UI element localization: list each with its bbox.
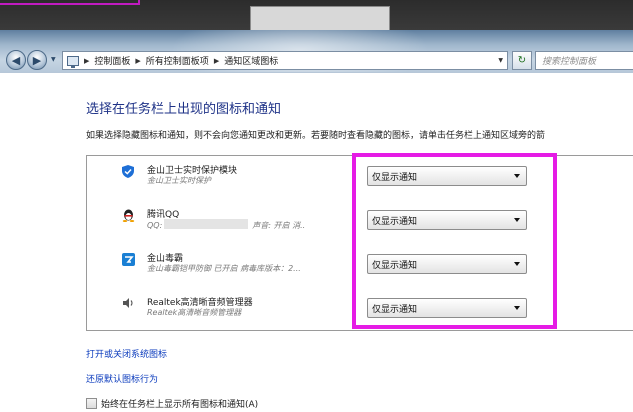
- background-window: [250, 6, 390, 30]
- desktop-background: [0, 0, 633, 30]
- chevron-down-icon: [514, 174, 520, 178]
- back-button[interactable]: ◀: [6, 50, 26, 70]
- system-icons-link[interactable]: 打开或关闭系统图标: [86, 347, 167, 360]
- behavior-value: 仅显示通知: [372, 216, 418, 227]
- behavior-value: 仅显示通知: [372, 172, 418, 183]
- recent-pages-dropdown[interactable]: ▼: [51, 56, 56, 63]
- search-placeholder: 搜索控制面板: [542, 57, 597, 67]
- control-panel-icon: [67, 55, 79, 68]
- behavior-select[interactable]: 仅显示通知: [367, 166, 527, 186]
- duba-icon: [121, 252, 135, 266]
- behavior-select[interactable]: 仅显示通知: [367, 254, 527, 274]
- notification-icons-list: 金山卫士实时保护模块 金山卫士实时保护 仅显示通知 腾讯QQ QQ: 声音: 开启…: [86, 155, 633, 331]
- show-all-icons-option[interactable]: 始终在任务栏上显示所有图标和通知(A): [86, 397, 258, 410]
- chevron-right-icon[interactable]: ▶: [135, 57, 140, 65]
- behavior-value: 仅显示通知: [372, 304, 418, 315]
- desc-prefix: QQ:: [147, 221, 163, 230]
- behavior-value: 仅显示通知: [372, 260, 418, 271]
- app-description: QQ: 声音: 开启 消..: [147, 219, 347, 231]
- chevron-right-icon[interactable]: ▶: [84, 57, 89, 65]
- breadcrumb-all-items[interactable]: 所有控制面板项: [146, 54, 209, 67]
- arrow-right-icon: ▶: [32, 53, 42, 67]
- chevron-down-icon: [514, 218, 520, 222]
- page-description: 如果选择隐藏图标和通知，则不会向您通知更改和更新。若要随时查看隐藏的图标，请单击…: [86, 131, 546, 141]
- chevron-down-icon: [514, 306, 520, 310]
- refresh-button[interactable]: ↻: [512, 51, 532, 70]
- restore-defaults-link[interactable]: 还原默认图标行为: [86, 372, 158, 385]
- chevron-down-icon: [514, 262, 520, 266]
- breadcrumb-notification-icons[interactable]: 通知区域图标: [224, 54, 278, 67]
- app-description: Realtek高清晰音频管理器: [147, 308, 242, 317]
- behavior-select[interactable]: 仅显示通知: [367, 298, 527, 318]
- refresh-icon: ↻: [517, 55, 527, 66]
- chevron-down-icon[interactable]: ▼: [498, 57, 503, 64]
- arrow-left-icon: ◀: [11, 53, 21, 67]
- address-bar[interactable]: ▶ 控制面板 ▶ 所有控制面板项 ▶ 通知区域图标 ▼: [62, 51, 508, 70]
- list-item: 腾讯QQ QQ: 声音: 开启 消.. 仅显示通知: [87, 200, 633, 244]
- show-all-icons-checkbox[interactable]: [86, 398, 97, 409]
- app-description: 金山卫士实时保护: [147, 176, 211, 185]
- qq-penguin-icon: [121, 208, 135, 222]
- list-item: 金山卫士实时保护模块 金山卫士实时保护 仅显示通知: [87, 156, 633, 200]
- desc-suffix: 声音: 开启 消..: [252, 221, 306, 230]
- app-description: 金山毒霸铠甲防御 已开启 病毒库版本：2...: [147, 264, 301, 273]
- checkbox-label: 始终在任务栏上显示所有图标和通知(A): [101, 400, 259, 410]
- forward-button[interactable]: ▶: [27, 50, 47, 70]
- annotation-mark: [0, 0, 140, 5]
- breadcrumb-control-panel[interactable]: 控制面板: [94, 54, 130, 67]
- search-input[interactable]: 搜索控制面板: [535, 51, 633, 70]
- navigation-bar: ◀ ▶ ▼ ▶ 控制面板 ▶ 所有控制面板项 ▶ 通知区域图标 ▼ ↻ 搜索控制…: [0, 50, 633, 72]
- shield-icon: [121, 164, 135, 178]
- list-item: 金山毒霸 金山毒霸铠甲防御 已开启 病毒库版本：2... 仅显示通知: [87, 244, 633, 288]
- list-item: Realtek高清晰音频管理器 Realtek高清晰音频管理器 仅显示通知: [87, 288, 633, 332]
- chevron-right-icon[interactable]: ▶: [214, 57, 219, 65]
- speaker-icon: [121, 296, 135, 310]
- page-title: 选择在任务栏上出现的图标和通知: [86, 102, 282, 117]
- behavior-select[interactable]: 仅显示通知: [367, 210, 527, 230]
- redacted-account: [164, 219, 249, 229]
